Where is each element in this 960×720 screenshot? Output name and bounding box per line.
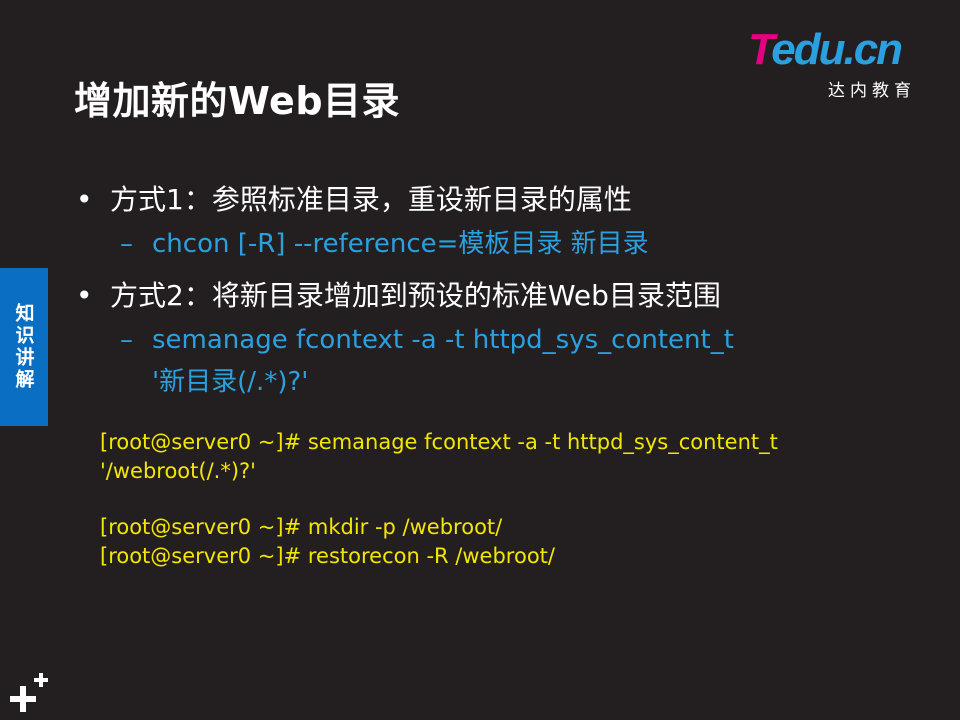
plus-icon bbox=[10, 673, 48, 712]
dash-icon: – bbox=[120, 229, 133, 259]
sub-bullet-text: semanage fcontext -a -t httpd_sys_conten… bbox=[152, 325, 734, 355]
bullet-item: • 方式2：将新目录增加到预设的标准Web目录范围 bbox=[74, 274, 934, 318]
side-tab-label: 知识讲解 bbox=[12, 303, 35, 391]
logo-letter-t: T bbox=[748, 25, 773, 74]
side-tab: 知识讲解 bbox=[0, 268, 48, 426]
code-block: [root@server0 ~]# semanage fcontext -a -… bbox=[100, 428, 900, 571]
slide-title: 增加新的Web目录 bbox=[74, 79, 401, 123]
tedu-logo: Tedu.cn 达内教育 bbox=[748, 25, 928, 102]
sub-bullet-item: – semanage fcontext -a -t httpd_sys_cont… bbox=[74, 318, 934, 402]
bullet-list: • 方式1：参照标准目录，重设新目录的属性 – chcon [-R] --ref… bbox=[74, 178, 934, 410]
code-line: [root@server0 ~]# restorecon -R /webroot… bbox=[100, 544, 555, 568]
bullet-dot-icon: • bbox=[76, 183, 93, 216]
bullet-text: 方式2：将新目录增加到预设的标准Web目录范围 bbox=[110, 279, 721, 312]
bullet-text: 方式1：参照标准目录，重设新目录的属性 bbox=[110, 183, 632, 216]
dash-icon: – bbox=[120, 325, 133, 355]
code-line: [root@server0 ~]# semanage fcontext -a -… bbox=[100, 430, 778, 454]
sub-bullet-text: chcon [-R] --reference=模板目录 新目录 bbox=[152, 229, 649, 259]
logo-wordmark-rest: edu.cn bbox=[771, 25, 903, 74]
code-line: '/webroot(/.*)?' bbox=[100, 459, 256, 483]
logo-wordmark: Tedu.cn bbox=[748, 25, 903, 74]
bullet-dot-icon: • bbox=[76, 279, 93, 312]
code-spacer bbox=[100, 486, 900, 513]
bullet-item: • 方式1：参照标准目录，重设新目录的属性 bbox=[74, 178, 934, 222]
sub-bullet-text-continued: '新目录(/.*)?' bbox=[152, 367, 309, 397]
sub-bullet-item: – chcon [-R] --reference=模板目录 新目录 bbox=[74, 222, 934, 266]
code-line: [root@server0 ~]# mkdir -p /webroot/ bbox=[100, 515, 503, 539]
logo-subtitle: 达内教育 bbox=[828, 81, 916, 101]
